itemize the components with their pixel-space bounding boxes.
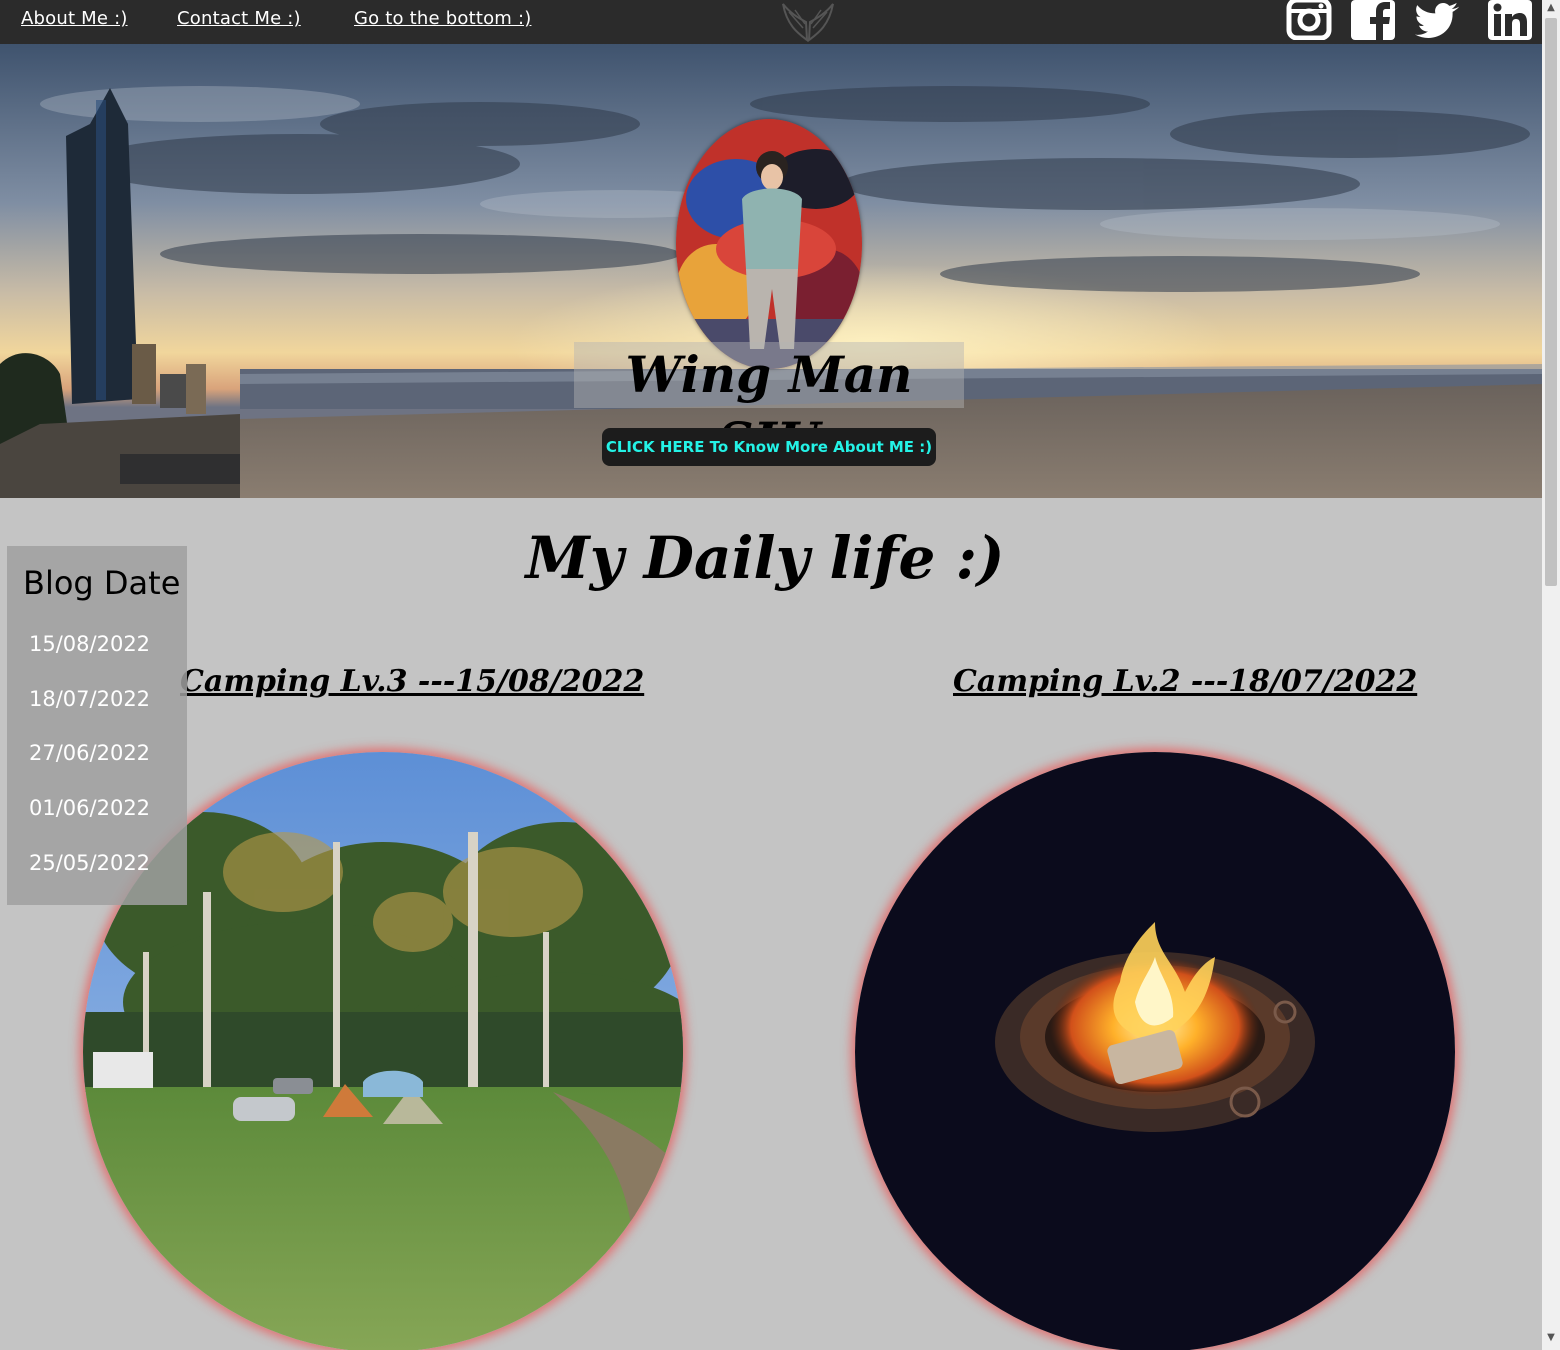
nav-about-link[interactable]: About Me :) (21, 8, 128, 29)
scrollbar-thumb[interactable] (1545, 18, 1557, 586)
hero-name-title: Wing Man SIU (574, 342, 964, 470)
camping-lv2-image[interactable] (855, 752, 1455, 1350)
daily-life-heading: My Daily life :) (525, 524, 1005, 592)
sidebar-date-link[interactable]: 15/08/2022 (29, 632, 150, 656)
blog-date-sidebar: Blog Date 15/08/2022 18/07/2022 27/06/20… (7, 546, 187, 905)
sidebar-date-link[interactable]: 27/06/2022 (29, 741, 150, 765)
vertical-scrollbar[interactable]: ▲ ▼ (1542, 0, 1560, 1350)
wings-logo-icon (782, 3, 834, 43)
sidebar-date-link[interactable]: 18/07/2022 (29, 687, 150, 711)
nav-contact-link[interactable]: Contact Me :) (177, 8, 301, 29)
scroll-up-arrow-icon[interactable]: ▲ (1542, 0, 1560, 16)
facebook-icon[interactable] (1350, 0, 1396, 40)
sidebar-title: Blog Date (23, 564, 181, 602)
hero-banner: Wing Man SIU CLICK HERE To Know More Abo… (0, 44, 1542, 498)
post-title-camping-lv2[interactable]: Camping Lv.2 ---18/07/2022 (953, 664, 1417, 699)
nav-bottom-link[interactable]: Go to the bottom :) (354, 8, 531, 29)
instagram-icon[interactable] (1286, 0, 1332, 40)
post-title-camping-lv3[interactable]: Camping Lv.3 ---15/08/2022 (180, 664, 644, 699)
linkedin-icon[interactable] (1487, 0, 1533, 40)
sidebar-date-link[interactable]: 01/06/2022 (29, 796, 150, 820)
scroll-down-arrow-icon[interactable]: ▼ (1542, 1330, 1560, 1346)
twitter-icon[interactable] (1414, 0, 1460, 40)
about-me-button[interactable]: CLICK HERE To Know More About ME :) (602, 428, 936, 466)
page: About Me :) Contact Me :) Go to the bott… (0, 0, 1560, 1350)
sidebar-date-link[interactable]: 25/05/2022 (29, 851, 150, 875)
top-navbar: About Me :) Contact Me :) Go to the bott… (0, 0, 1542, 44)
profile-avatar (676, 119, 862, 369)
